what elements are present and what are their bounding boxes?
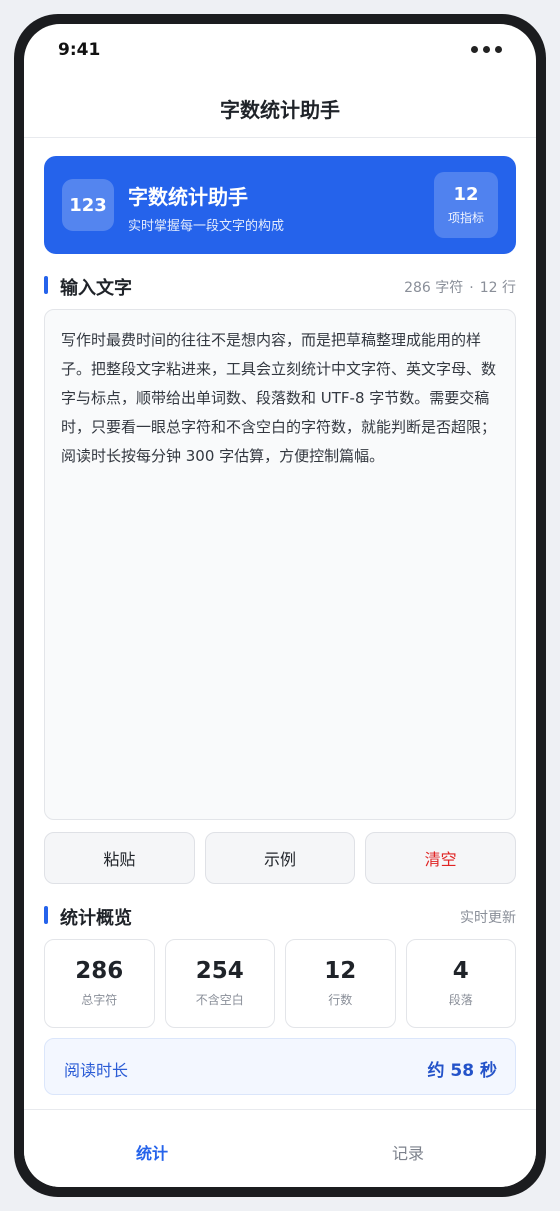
stat-card-no-space: 254 不含空白 bbox=[164, 939, 275, 1028]
line-count: 12 行 bbox=[479, 280, 516, 296]
section-accent-bar bbox=[44, 276, 48, 294]
stats-section-title: 统计概览 bbox=[60, 908, 132, 929]
metric-count-value: 12 bbox=[453, 184, 479, 205]
metric-count-label: 项指标 bbox=[447, 211, 484, 225]
example-button[interactable]: 示例 bbox=[204, 832, 356, 884]
stat-value: 286 bbox=[75, 958, 124, 984]
stats-live-label: 实时更新 bbox=[460, 910, 516, 926]
tab-stats[interactable]: 统计 bbox=[24, 1140, 280, 1164]
tab-records[interactable]: 记录 bbox=[280, 1140, 536, 1164]
app-logo: 123 bbox=[62, 179, 114, 231]
more-dots-icon[interactable] bbox=[471, 46, 502, 53]
stat-value: 4 bbox=[452, 958, 469, 984]
char-count: 286 字符 bbox=[404, 280, 464, 296]
tab-bar: 统计 记录 bbox=[24, 1109, 536, 1187]
stat-card-lines: 12 行数 bbox=[285, 939, 396, 1028]
input-counts: 286 字符 · 12 行 bbox=[404, 277, 516, 297]
stat-value: 254 bbox=[195, 958, 244, 984]
section-accent-bar bbox=[44, 906, 48, 924]
hero-banner: 123 字数统计助手 实时掌握每一段文字的构成 12 项指标 bbox=[44, 156, 516, 254]
metric-count-badge: 12 项指标 bbox=[434, 172, 498, 238]
status-time: 9:41 bbox=[58, 40, 101, 60]
nav-bar: 字数统计助手 bbox=[24, 80, 536, 138]
count-separator: · bbox=[469, 280, 474, 296]
stat-label: 不含空白 bbox=[195, 993, 244, 1007]
phone-frame: 9:41 字数统计助手 123 字数统计助手 实时掌握每一段文字的构成 12 项… bbox=[14, 14, 546, 1197]
stat-card-paragraphs: 4 段落 bbox=[405, 939, 516, 1028]
stat-label: 总字符 bbox=[81, 993, 118, 1007]
hero-title: 字数统计助手 bbox=[128, 185, 248, 209]
page-title: 字数统计助手 bbox=[220, 98, 340, 122]
stat-value: 12 bbox=[324, 958, 357, 984]
input-section-header: 输入文字 286 字符 · 12 行 bbox=[44, 274, 516, 299]
text-input[interactable]: 写作时最费时间的往往不是想内容，而是把草稿整理成能用的样子。把整段文字粘进来，工… bbox=[44, 309, 516, 820]
paste-button[interactable]: 粘贴 bbox=[44, 832, 195, 884]
reading-time-card: 阅读时长 约 58 秒 bbox=[44, 1038, 516, 1095]
stat-label: 段落 bbox=[448, 993, 473, 1007]
stats-grid: 286 总字符 254 不含空白 12 行数 4 段落 bbox=[44, 939, 516, 1028]
stat-label: 行数 bbox=[328, 993, 353, 1007]
stats-section-header: 统计概览 实时更新 bbox=[44, 904, 516, 929]
hero-subtitle: 实时掌握每一段文字的构成 bbox=[128, 219, 285, 234]
clear-button[interactable]: 清空 bbox=[365, 832, 517, 884]
status-bar: 9:41 bbox=[24, 24, 536, 80]
reading-time-value: 约 58 秒 bbox=[427, 1061, 498, 1081]
input-section-title: 输入文字 bbox=[60, 278, 132, 299]
action-buttons: 粘贴 示例 清空 bbox=[44, 832, 517, 884]
stat-card-total: 286 总字符 bbox=[44, 939, 155, 1028]
reading-time-label: 阅读时长 bbox=[64, 1061, 129, 1080]
app-screen: 9:41 字数统计助手 123 字数统计助手 实时掌握每一段文字的构成 12 项… bbox=[24, 24, 536, 1187]
